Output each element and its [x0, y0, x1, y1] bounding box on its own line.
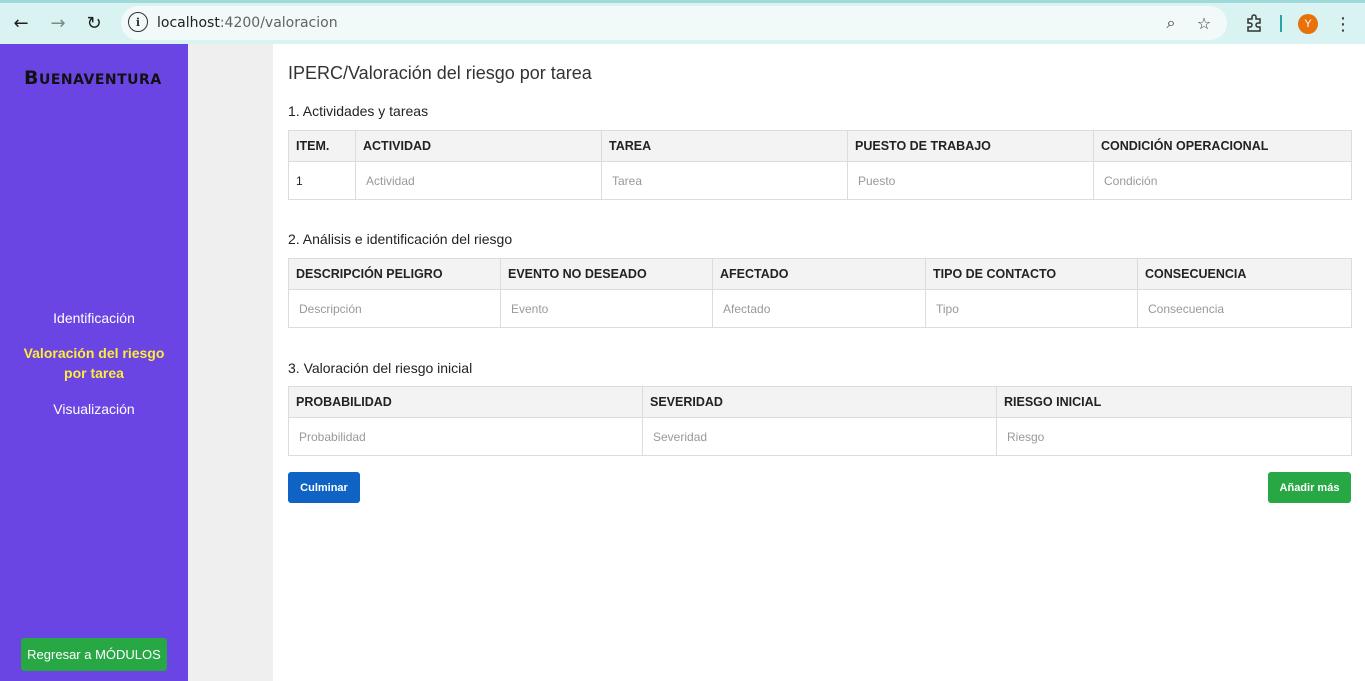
analysis-table: DESCRIPCIÓN PELIGRO EVENTO NO DESEADO AF… [288, 258, 1352, 328]
header-severidad: SEVERIDAD [642, 386, 997, 418]
anadir-mas-button[interactable]: Añadir más [1268, 472, 1351, 503]
afectado-placeholder: Afectado [723, 301, 771, 316]
sidebar-item-valoracion[interactable]: Valoración del riesgo por tarea [0, 343, 188, 383]
header-item: ITEM. [288, 130, 356, 162]
section-title-activities: 1. Actividades y tareas [288, 103, 429, 119]
actividad-placeholder: Actividad [366, 173, 415, 188]
consecuencia-input[interactable]: Consecuencia [1137, 289, 1352, 328]
section-title-valoracion: 3. Valoración del riesgo inicial [288, 360, 473, 376]
sidebar: BUENAVENTURA Identificación Valoración d… [0, 44, 188, 681]
header-descripcion: DESCRIPCIÓN PELIGRO [288, 258, 501, 290]
table-header-row: DESCRIPCIÓN PELIGRO EVENTO NO DESEADO AF… [288, 258, 1352, 290]
tarea-input[interactable]: Tarea [601, 161, 848, 200]
puesto-input[interactable]: Puesto [847, 161, 1094, 200]
logo-text: UENAVENTURA [38, 72, 162, 88]
header-tarea: TAREA [601, 130, 848, 162]
back-arrow-icon[interactable]: ← [7, 9, 35, 37]
header-afectado: AFECTADO [712, 258, 926, 290]
consecuencia-placeholder: Consecuencia [1148, 301, 1225, 316]
kebab-menu-icon[interactable]: ⋮ [1333, 11, 1353, 37]
buenaventura-logo: BUENAVENTURA [24, 67, 162, 89]
address-bar[interactable]: i localhost:4200/valoracion ⌕ ☆ [121, 6, 1227, 40]
sidebar-item-visualizacion[interactable]: Visualización [0, 399, 188, 419]
table-row: Descripción Evento Afectado Tipo Consecu… [288, 289, 1352, 328]
valoracion-table: PROBABILIDAD SEVERIDAD RIESGO INICIAL Pr… [288, 386, 1352, 456]
tipo-input[interactable]: Tipo [925, 289, 1138, 328]
riesgo-placeholder: Riesgo [1007, 429, 1045, 444]
gutter [188, 44, 273, 681]
tipo-placeholder: Tipo [936, 301, 959, 316]
table-header-row: PROBABILIDAD SEVERIDAD RIESGO INICIAL [288, 386, 1352, 418]
activities-table: ITEM. ACTIVIDAD TAREA PUESTO DE TRABAJO … [288, 130, 1352, 200]
logo-initial: B [24, 67, 39, 89]
table-row: Probabilidad Severidad Riesgo [288, 417, 1352, 456]
descripcion-input[interactable]: Descripción [288, 289, 501, 328]
extensions-icon[interactable] [1241, 10, 1267, 36]
forward-arrow-icon[interactable]: → [44, 9, 72, 37]
puzzle-icon [1247, 14, 1261, 32]
toolbar-separator [1280, 15, 1282, 32]
main-content: IPERC/Valoración del riesgo por tarea 1.… [273, 44, 1365, 681]
tarea-placeholder: Tarea [612, 173, 643, 188]
site-info-icon[interactable]: i [128, 12, 148, 32]
item-number: 1 [288, 161, 356, 200]
page-title: IPERC/Valoración del riesgo por tarea [288, 63, 592, 83]
header-evento: EVENTO NO DESEADO [500, 258, 713, 290]
back-to-modules-button[interactable]: Regresar a MÓDULOS [21, 638, 167, 671]
puesto-placeholder: Puesto [858, 173, 896, 188]
header-puesto: PUESTO DE TRABAJO [847, 130, 1094, 162]
table-header-row: ITEM. ACTIVIDAD TAREA PUESTO DE TRABAJO … [288, 130, 1352, 162]
header-actividad: ACTIVIDAD [355, 130, 602, 162]
actividad-input[interactable]: Actividad [355, 161, 602, 200]
probabilidad-placeholder: Probabilidad [299, 429, 366, 444]
severidad-placeholder: Severidad [653, 429, 708, 444]
profile-avatar[interactable]: Y [1298, 14, 1318, 34]
evento-placeholder: Evento [511, 301, 549, 316]
header-probabilidad: PROBABILIDAD [288, 386, 643, 418]
sidebar-item-identificacion[interactable]: Identificación [0, 308, 188, 328]
header-riesgo-inicial: RIESGO INICIAL [996, 386, 1352, 418]
evento-input[interactable]: Evento [500, 289, 713, 328]
table-row: 1 Actividad Tarea Puesto Condición [288, 161, 1352, 200]
header-consecuencia: CONSECUENCIA [1137, 258, 1352, 290]
condicion-input[interactable]: Condición [1093, 161, 1352, 200]
condicion-placeholder: Condición [1104, 173, 1158, 188]
reload-icon[interactable]: ↻ [80, 9, 108, 37]
section-title-analysis: 2. Análisis e identificación del riesgo [288, 231, 513, 247]
severidad-input[interactable]: Severidad [642, 417, 997, 456]
header-tipo-contacto: TIPO DE CONTACTO [925, 258, 1138, 290]
culminar-button[interactable]: Culminar [288, 472, 360, 503]
url-text[interactable]: localhost:4200/valoracion [157, 15, 338, 31]
url-host: localhost [157, 15, 220, 31]
url-path: :4200/valoracion [219, 15, 338, 31]
zoom-icon[interactable]: ⌕ [1158, 10, 1184, 36]
descripcion-placeholder: Descripción [299, 301, 362, 316]
browser-toolbar: ← → ↻ i localhost:4200/valoracion ⌕ ☆ Y … [0, 0, 1365, 44]
riesgo-input[interactable]: Riesgo [996, 417, 1352, 456]
probabilidad-input[interactable]: Probabilidad [288, 417, 643, 456]
header-condicion: CONDICIÓN OPERACIONAL [1093, 130, 1352, 162]
afectado-input[interactable]: Afectado [712, 289, 926, 328]
bookmark-star-icon[interactable]: ☆ [1191, 10, 1217, 36]
